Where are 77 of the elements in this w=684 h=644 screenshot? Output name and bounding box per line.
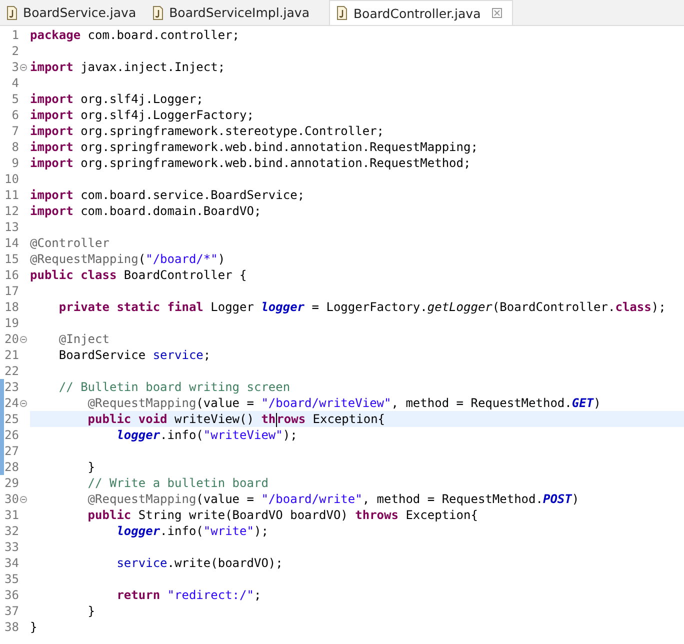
- code-line: package com.board.controller;: [30, 27, 240, 43]
- fold-icon[interactable]: [20, 336, 27, 342]
- line-number: 18: [4, 300, 19, 314]
- line-number: 15: [4, 252, 19, 266]
- java-file-icon: [6, 6, 18, 20]
- line-number: 10: [4, 172, 19, 186]
- close-icon[interactable]: [492, 8, 502, 18]
- line-number: 24: [4, 396, 19, 410]
- code-line: private static final Logger logger = LoggerFactory.getLogger(BoardController.class);: [58, 299, 666, 315]
- editor-tab[interactable]: BoardServiceImpl.java: [146, 0, 320, 25]
- code-line: import com.board.service.BoardService;: [30, 187, 305, 203]
- line-number: 32: [4, 524, 19, 538]
- line-number: 22: [4, 364, 19, 378]
- line-number: 9: [10, 156, 19, 170]
- line-number: 17: [4, 284, 19, 298]
- line-number: 20: [4, 332, 19, 346]
- line-number: 23: [4, 380, 19, 394]
- code-line: }: [86, 459, 96, 475]
- line-number: 25: [4, 412, 19, 426]
- line-number: 33: [4, 540, 19, 554]
- code-line: @Controller: [30, 235, 110, 251]
- line-number: 6: [10, 108, 19, 122]
- line-number: 28: [4, 460, 19, 474]
- code-line: import org.slf4j.LoggerFactory;: [30, 107, 254, 123]
- code-line: public String write(BoardVO boardVO) throws Exception{: [86, 507, 478, 523]
- code-line: public void writeView() th rows Exception{: [86, 411, 386, 427]
- java-file-icon: [336, 6, 348, 20]
- code-line: import com.board.domain.BoardVO;: [30, 203, 262, 219]
- code-line: }: [86, 603, 96, 619]
- line-number: 29: [4, 476, 19, 490]
- code-line: public class BoardController {: [30, 267, 247, 283]
- code-line: logger.info("writeView");: [116, 427, 298, 443]
- code-line: }: [30, 619, 38, 635]
- line-number: 7: [10, 124, 19, 138]
- line-number: 4: [10, 76, 19, 90]
- code-line: import org.slf4j.Logger;: [30, 91, 204, 107]
- code-line: import org.springframework.stereotype.Controller;: [30, 123, 384, 139]
- fold-icon[interactable]: [20, 400, 27, 406]
- code-line: import org.springframework.web.bind.annotation.RequestMethod;: [30, 155, 471, 171]
- line-number: 11: [4, 188, 19, 202]
- line-number: 26: [4, 428, 19, 442]
- code-line: BoardService service;: [58, 347, 211, 363]
- line-number: 31: [4, 508, 19, 522]
- code-line: import org.springframework.web.bind.annotation.RequestMapping;: [30, 139, 478, 155]
- editor-tab[interactable]: BoardController.java: [329, 0, 513, 25]
- fold-icon[interactable]: [20, 64, 27, 70]
- line-number: 37: [4, 604, 19, 618]
- code-line: @RequestMapping("/board/*"): [30, 251, 226, 267]
- editor-tab[interactable]: BoardService.java: [0, 0, 146, 25]
- line-number: 27: [4, 444, 19, 458]
- line-number: 19: [4, 316, 19, 330]
- code-line: @Inject: [58, 331, 110, 347]
- line-number: 21: [4, 348, 19, 362]
- code-line: // Bulletin board writing screen: [58, 379, 290, 395]
- line-number: 13: [4, 220, 19, 234]
- code-line: // Write a bulletin board: [86, 475, 268, 491]
- code-line: service.write(boardVO);: [116, 555, 283, 571]
- line-number: 30: [4, 492, 19, 506]
- line-number: 16: [4, 268, 19, 282]
- code-line: return "redirect:/";: [116, 587, 262, 603]
- code-line: import javax.inject.Inject;: [30, 59, 226, 75]
- code-line: @RequestMapping(value = "/board/writeView", method = RequestMethod.GET): [86, 395, 601, 411]
- line-number: 34: [4, 556, 19, 570]
- line-number: 36: [4, 588, 19, 602]
- line-number: 2: [10, 44, 19, 58]
- line-number: 1: [10, 28, 19, 42]
- line-number: 8: [10, 140, 19, 154]
- line-number: 12: [4, 204, 19, 218]
- fold-icon[interactable]: [20, 496, 27, 502]
- line-number: 3: [10, 60, 19, 74]
- line-number: 5: [10, 92, 19, 106]
- code-line: @RequestMapping(value = "/board/write", method = RequestMethod.POST): [86, 491, 580, 507]
- line-number: 35: [4, 572, 19, 586]
- line-number: 14: [4, 236, 19, 250]
- java-file-icon: [152, 6, 164, 20]
- line-number: 38: [4, 620, 19, 634]
- code-line: logger.info("write");: [116, 523, 268, 539]
